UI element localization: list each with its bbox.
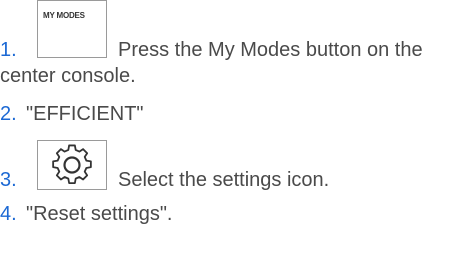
my-modes-label: MY MODES <box>43 11 85 20</box>
step-number-2: 2. <box>0 103 17 125</box>
step-1-text-line1: Press the My Modes button on the <box>118 39 423 61</box>
step-3-text: Select the settings icon. <box>118 169 330 191</box>
my-modes-button-icon: MY MODES <box>37 0 107 58</box>
step-2-text: "EFFICIENT" <box>26 103 144 125</box>
step-1-text-line2: center console. <box>0 65 136 87</box>
step-number-4: 4. <box>0 203 17 225</box>
step-number-1: 1. <box>0 39 17 61</box>
step-4-text: "Reset settings". <box>26 203 173 225</box>
settings-gear-icon <box>37 140 107 190</box>
step-number-3: 3. <box>0 169 17 191</box>
